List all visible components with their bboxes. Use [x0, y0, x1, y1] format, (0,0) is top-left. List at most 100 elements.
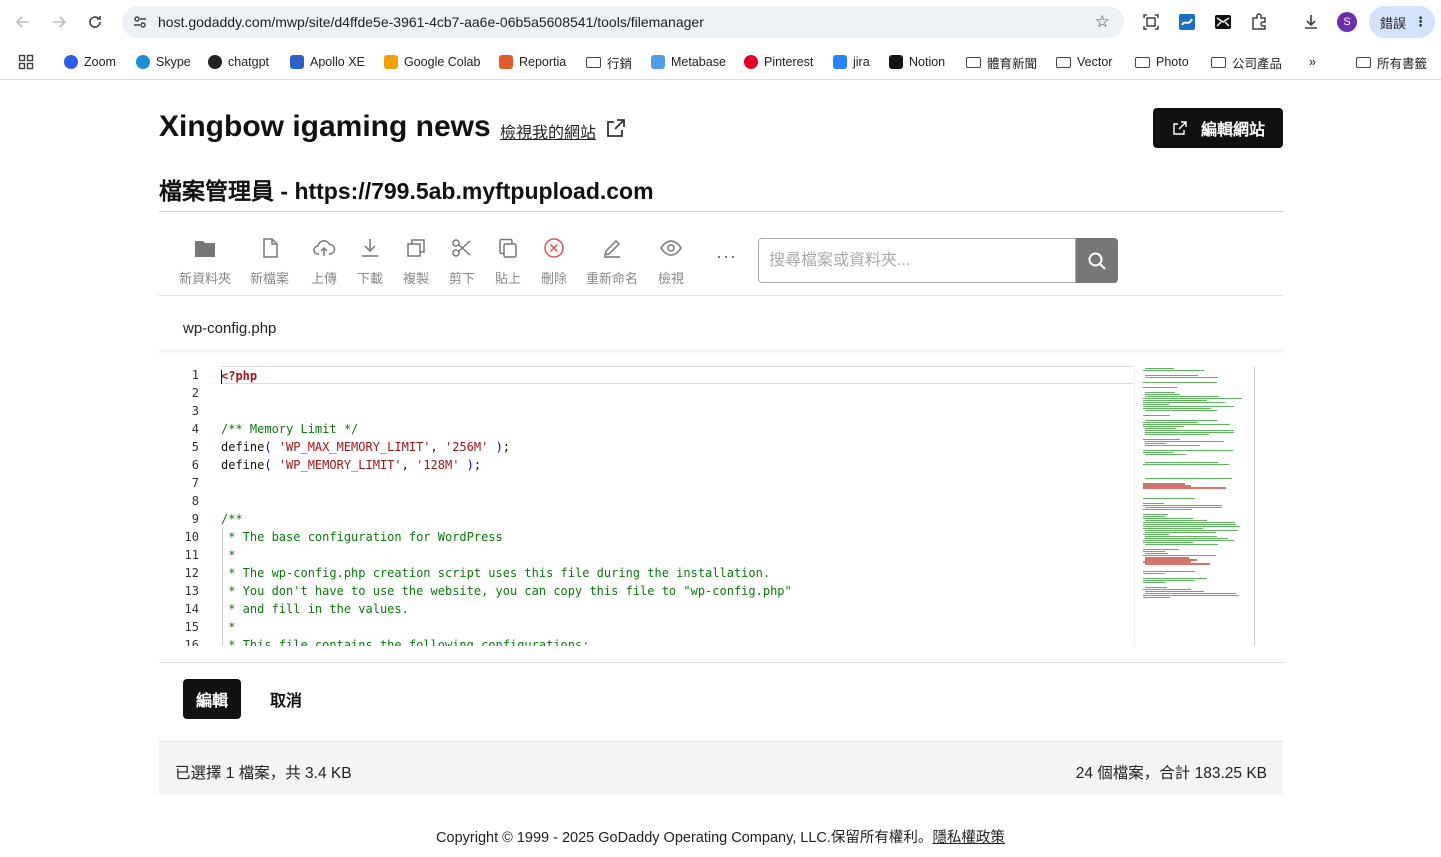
bookmark-label: Skype: [156, 55, 191, 69]
code-line: <?php: [221, 366, 1133, 384]
zoom-icon: [64, 55, 78, 69]
view-site-link[interactable]: 檢視我的網站: [500, 119, 596, 143]
search-button[interactable]: [1076, 238, 1118, 283]
minimap-line: [1145, 396, 1219, 397]
all-bookmarks-folder[interactable]: 所有書籤: [1356, 52, 1427, 72]
code-text: * You don't have to use the website, you…: [221, 584, 792, 598]
bookmark-item[interactable]: 體育新聞: [966, 52, 1037, 72]
reload-icon[interactable]: [84, 11, 106, 33]
bookmarks-overflow-icon[interactable]: »: [1309, 52, 1316, 72]
bookmark-item[interactable]: Photo: [1135, 52, 1189, 72]
bookmark-item[interactable]: Reportia: [499, 52, 566, 72]
code-editor[interactable]: 1 2 3 4 5 6 7 8 9 10 11 12 13 14 15 16 <?php/** Memory …: [159, 366, 1267, 646]
minimap-line: [1143, 589, 1191, 590]
minimap-line: [1143, 424, 1230, 425]
bookmark-item[interactable]: Google Colab: [384, 52, 480, 72]
delete-button[interactable]: 刪除: [541, 236, 567, 287]
more-options-icon[interactable]: ···: [716, 246, 737, 267]
bookmark-label: Apollo XE: [310, 55, 365, 69]
line-number: 6: [191, 458, 199, 472]
site-title: Xingbow igaming news: [159, 110, 491, 143]
extensions-puzzle-icon[interactable]: [1249, 12, 1269, 32]
minimap-line: [1145, 454, 1186, 455]
privacy-policy-link[interactable]: 隱私權政策: [932, 830, 1005, 846]
edit-site-button[interactable]: 編輯網站: [1153, 108, 1283, 148]
extension-icon-blue[interactable]: [1177, 12, 1197, 32]
search-input[interactable]: [758, 238, 1076, 283]
downloads-icon[interactable]: [1301, 12, 1321, 32]
line-number: 16: [184, 638, 199, 646]
bookmark-item[interactable]: Pinterest: [744, 52, 813, 72]
download-label: 下載: [357, 271, 384, 286]
code-line: *: [221, 618, 1133, 636]
bookmark-item[interactable]: Metabase: [651, 52, 726, 72]
bookmark-item[interactable]: chatgpt: [208, 52, 269, 72]
bookmark-star-icon[interactable]: ☆: [1095, 12, 1110, 32]
upload-button[interactable]: 上傳: [311, 236, 337, 287]
upload-label: 上傳: [311, 271, 338, 286]
cancel-button[interactable]: 取消: [257, 679, 315, 719]
bookmark-item[interactable]: Apollo XE: [290, 52, 365, 72]
code-line: *: [221, 546, 1133, 564]
bookmark-item[interactable]: Zoom: [64, 52, 116, 72]
apps-grid-icon[interactable]: [18, 52, 34, 72]
menu-dots-icon: ⋮: [1414, 14, 1428, 29]
code-text: *: [221, 620, 236, 634]
copy-button[interactable]: 複製: [403, 236, 429, 287]
minimap-line: [1143, 540, 1234, 541]
code-area[interactable]: <?php/** Memory Limit */define( 'WP_MAX_…: [221, 366, 1133, 646]
forward-icon[interactable]: [48, 11, 70, 33]
minimap-line: [1143, 408, 1211, 409]
site-info-icon[interactable]: [132, 14, 148, 30]
all-bookmarks-label: 所有書籤: [1377, 56, 1428, 71]
external-link-icon[interactable]: [605, 117, 627, 139]
status-bar: 已選擇 1 檔案，共 3.4 KB 24 個檔案，合計 183.25 KB: [159, 741, 1283, 795]
bookmark-item[interactable]: Vector: [1056, 52, 1112, 72]
indent-guide: [222, 528, 223, 646]
cut-button[interactable]: 剪下: [449, 236, 475, 287]
bookmark-label: 體育新聞: [987, 56, 1038, 71]
search-icon: [1088, 252, 1106, 270]
view-label: 檢視: [658, 271, 685, 286]
line-number: 1: [191, 368, 199, 382]
minimap-line: [1143, 464, 1229, 465]
error-button[interactable]: 錯誤 ⋮: [1369, 6, 1435, 38]
back-icon[interactable]: [12, 11, 34, 33]
editor-scrollbar[interactable]: [1254, 366, 1267, 646]
bookmark-item[interactable]: 公司產品: [1211, 52, 1282, 72]
new-file-button[interactable]: 新檔案: [250, 236, 289, 287]
bookmark-label: jira: [853, 55, 870, 69]
edit-button[interactable]: 編輯: [183, 679, 241, 719]
minimap-line: [1143, 503, 1164, 504]
line-number: 12: [184, 566, 199, 580]
rename-button[interactable]: 重新命名: [586, 236, 638, 287]
bookmark-item[interactable]: jira: [833, 52, 870, 72]
screen-capture-icon[interactable]: [1141, 12, 1161, 32]
new-folder-label: 新資料夾: [179, 271, 232, 286]
download-button[interactable]: 下載: [357, 236, 383, 287]
profile-avatar[interactable]: S: [1337, 12, 1357, 32]
bookmark-item[interactable]: 行銷: [586, 52, 632, 72]
minimap-line: [1145, 368, 1174, 369]
file-icon: [262, 238, 278, 258]
address-bar[interactable]: host.godaddy.com/mwp/site/d4ffde5e-3961-…: [122, 6, 1124, 38]
bookmark-label: Photo: [1156, 55, 1189, 69]
folder-icon: [1356, 56, 1371, 68]
code-minimap[interactable]: [1134, 366, 1254, 646]
folder-icon: [966, 56, 981, 68]
minimap-line: [1143, 528, 1203, 529]
paste-button[interactable]: 貼上: [495, 236, 521, 287]
selection-status: 已選擇 1 檔案，共 3.4 KB: [175, 765, 352, 782]
jira-icon: [833, 55, 847, 69]
folder-icon: [586, 56, 601, 68]
copy-icon: [407, 239, 425, 257]
minimap-line: [1143, 439, 1180, 440]
bookmark-item[interactable]: Notion: [889, 52, 945, 72]
editor-top-shadow: [159, 350, 1283, 356]
extension-icon-mail[interactable]: [1213, 12, 1233, 32]
view-button[interactable]: 檢視: [658, 236, 684, 287]
minimap-line: [1145, 593, 1236, 594]
bookmark-item[interactable]: Skype: [136, 52, 191, 72]
new-folder-button[interactable]: 新資料夾: [179, 236, 231, 287]
minimap-line: [1145, 430, 1234, 431]
